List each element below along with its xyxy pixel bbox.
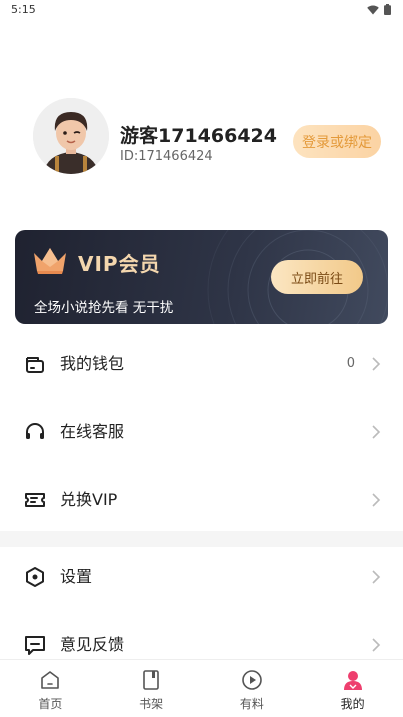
username: 游客171466424 (120, 125, 277, 147)
bottom-tab-bar: 首页 书架 有料 我的 (0, 659, 403, 717)
tab-mine[interactable]: 我的 (302, 660, 403, 717)
status-time: 5:15 (11, 3, 36, 16)
chevron-right-icon (372, 425, 381, 439)
tab-label-bookshelf: 书架 (139, 697, 164, 711)
home-icon (41, 671, 60, 689)
menu-label-settings: 设置 (60, 567, 93, 586)
chevron-right-icon (372, 493, 381, 507)
tab-home[interactable]: 首页 (0, 660, 101, 717)
status-icons (367, 4, 391, 15)
menu-label-feedback: 意见反馈 (60, 635, 125, 654)
menu-label-redeem-vip: 兑换VIP (60, 490, 118, 509)
avatar[interactable] (33, 98, 109, 174)
menu-item-redeem-vip[interactable]: 兑换VIP (0, 467, 403, 533)
headset-icon (26, 423, 44, 439)
vip-card[interactable]: VIP会员 全场小说抢先看 无干扰 立即前往 (15, 230, 388, 324)
menu-label-service: 在线客服 (60, 422, 125, 441)
vip-title: VIP会员 (78, 252, 161, 276)
menu-label-wallet: 我的钱包 (60, 354, 125, 373)
menu-item-service[interactable]: 在线客服 (0, 399, 403, 465)
wallet-icon (26, 357, 44, 373)
user-icon (343, 671, 362, 690)
user-id: ID:171466424 (120, 149, 213, 164)
play-icon (242, 670, 262, 690)
tab-bookshelf[interactable]: 书架 (101, 660, 202, 717)
tab-label-home: 首页 (38, 697, 63, 711)
avatar-illustration (33, 98, 109, 174)
bookshelf-icon (143, 670, 159, 690)
hexagon-settings-icon (26, 567, 44, 587)
tab-discover[interactable]: 有料 (202, 660, 303, 717)
chevron-right-icon (372, 638, 381, 652)
vip-subtitle: 全场小说抢先看 无干扰 (34, 300, 174, 316)
wallet-balance: 0 (346, 356, 355, 371)
status-bar: 5:15 (0, 0, 403, 20)
menu-item-wallet[interactable]: 我的钱包 0 (0, 331, 403, 397)
wifi-icon (367, 5, 379, 14)
chevron-right-icon (372, 570, 381, 584)
vip-go-button[interactable]: 立即前往 (271, 260, 363, 294)
message-icon (25, 636, 45, 655)
tab-label-discover: 有料 (239, 697, 264, 711)
profile-section: 游客171466424 ID:171466424 登录或绑定 (0, 98, 403, 178)
crown-icon (34, 248, 66, 274)
ticket-icon (25, 493, 45, 507)
tab-label-mine: 我的 (340, 697, 365, 711)
login-or-bind-button[interactable]: 登录或绑定 (293, 125, 381, 158)
battery-icon (384, 4, 391, 15)
chevron-right-icon (372, 357, 381, 371)
menu-item-settings[interactable]: 设置 (0, 544, 403, 610)
